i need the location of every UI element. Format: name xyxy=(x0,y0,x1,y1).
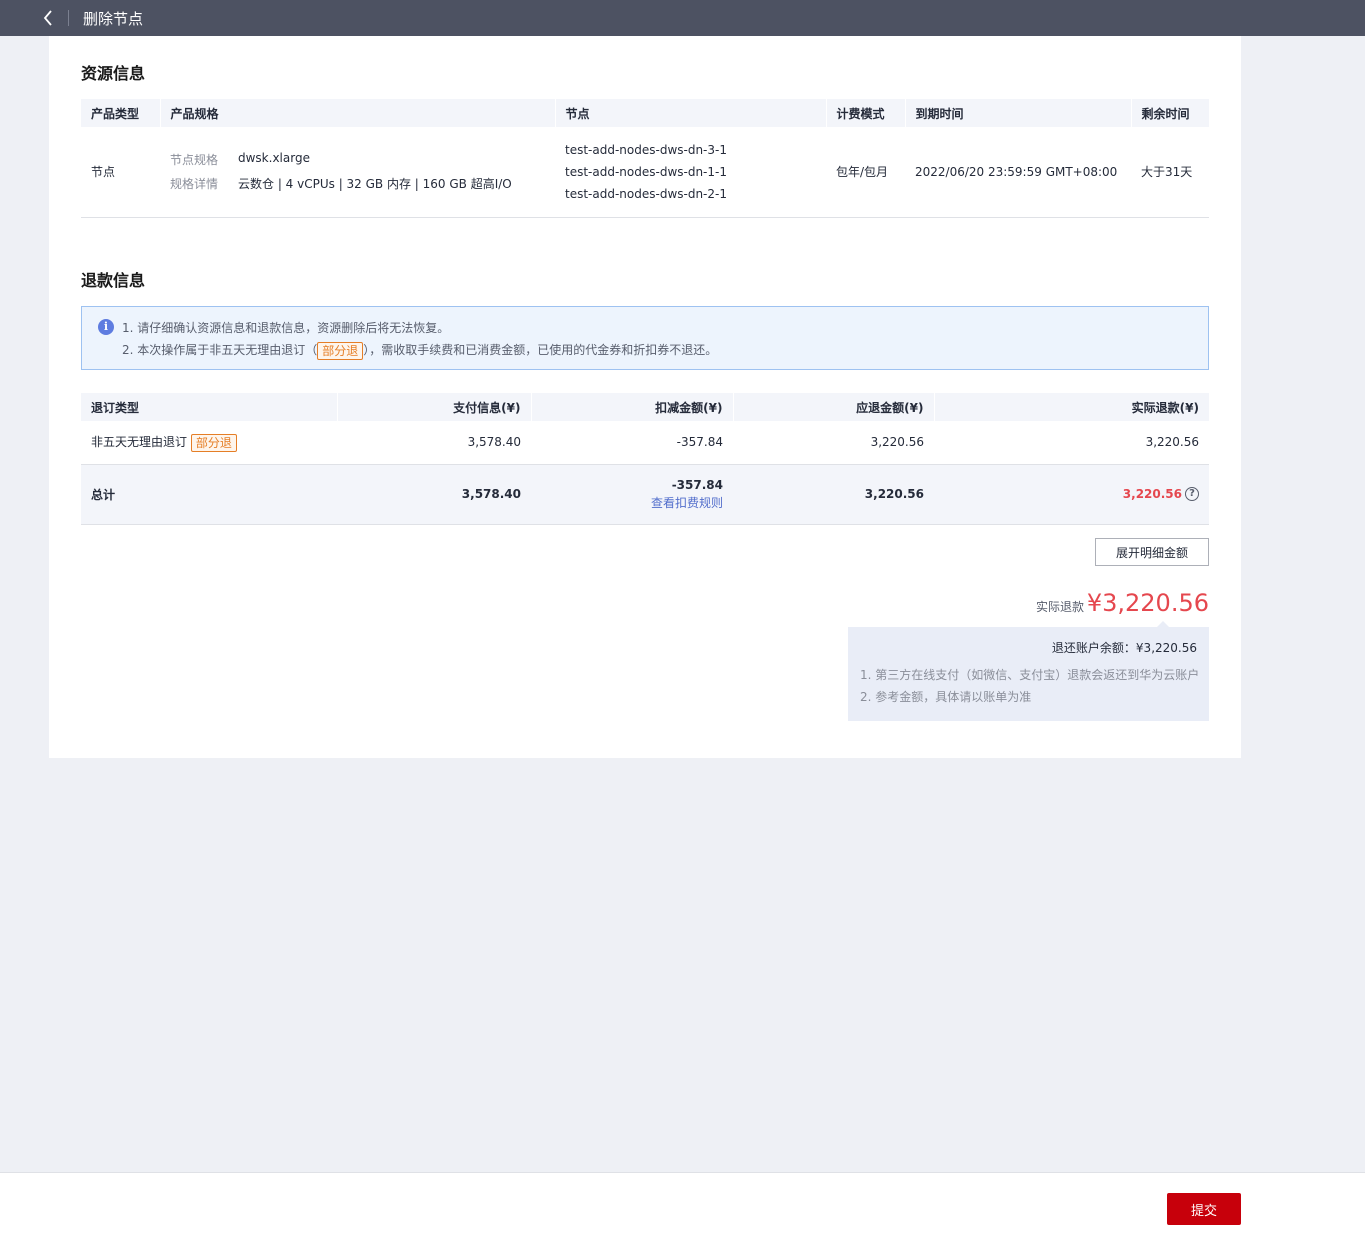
detail-value: 云数仓 | 4 vCPUs | 32 GB 内存 | 160 GB 超高I/O xyxy=(238,177,512,192)
col-header: 退订类型 xyxy=(81,393,337,421)
resource-table: 产品类型 产品规格 节点 计费模式 到期时间 剩余时间 节点 节点规格 dwsk… xyxy=(81,99,1209,218)
actual-refund-amount: ¥3,220.56 xyxy=(1086,589,1209,617)
view-deduction-rules-link[interactable]: 查看扣费规则 xyxy=(541,494,723,511)
remaining-time: 大于31天 xyxy=(1131,127,1209,218)
col-header: 产品类型 xyxy=(81,99,160,127)
chevron-left-icon xyxy=(43,10,52,26)
spec-value: dwsk.xlarge xyxy=(238,151,310,166)
panel-arrow xyxy=(1157,621,1169,627)
node-name: test-add-nodes-dws-dn-3-1 xyxy=(565,142,727,157)
node-name: test-add-nodes-dws-dn-2-1 xyxy=(565,186,727,201)
notice-line-1: 1. 请仔细确认资源信息和退款信息，资源删除后将无法恢复。 xyxy=(122,321,450,335)
total-deduct-value: -357.84 xyxy=(671,477,723,492)
node-name: test-add-nodes-dws-dn-1-1 xyxy=(565,164,727,179)
col-header: 实际退款(¥) xyxy=(933,393,1209,421)
notice-line-2: 2. 本次操作属于非五天无理由退订（ 部分退 ），需收取手续费和已消费金额，已使用的… xyxy=(122,339,1192,361)
refund-note-2: 2. 参考金额，具体请以账单为准 xyxy=(860,690,1032,704)
refund-section-title: 退款信息 xyxy=(81,271,146,290)
actual-amount: 3,220.56 xyxy=(934,421,1209,465)
col-header: 计费模式 xyxy=(825,99,905,127)
notice-text: ），需收取手续费和已消费金额，已使用的代金券和折扣券不退还。 xyxy=(363,343,718,357)
total-due: 3,220.56 xyxy=(733,464,934,525)
notice-text: 2. 本次操作属于非五天无理由退订（ xyxy=(122,343,318,357)
info-icon: i xyxy=(98,319,114,335)
billing-mode: 包年/包月 xyxy=(826,127,905,218)
table-row: 节点 节点规格 dwsk.xlarge 规格详情 云数仓 | 4 vCPUs |… xyxy=(81,127,1209,218)
notice-alert: i 1. 请仔细确认资源信息和退款信息，资源删除后将无法恢复。 2. 本次操作属… xyxy=(81,306,1209,370)
refund-type-label: 非五天无理由退订 xyxy=(91,435,188,449)
resource-table-header: 产品类型 产品规格 节点 计费模式 到期时间 剩余时间 xyxy=(81,99,1209,127)
due-amount: 3,220.56 xyxy=(733,421,934,465)
resource-section-title: 资源信息 xyxy=(81,64,146,83)
total-actual: 3,220.56? xyxy=(934,464,1209,525)
footer-bar: 提交 xyxy=(0,1172,1365,1240)
submit-button[interactable]: 提交 xyxy=(1167,1193,1241,1225)
refund-note-1: 1. 第三方在线支付（如微信、支付宝）退款会返还到华为云账户 xyxy=(860,668,1200,682)
actual-refund-label: 实际退款 xyxy=(1035,600,1084,614)
paid-amount: 3,578.40 xyxy=(337,421,531,465)
col-header: 到期时间 xyxy=(904,99,1131,127)
back-button[interactable] xyxy=(34,0,62,36)
divider xyxy=(68,10,69,26)
refund-type: 非五天无理由退订 部分退 xyxy=(81,421,337,465)
expire-time: 2022/06/20 23:59:59 GMT+08:00 xyxy=(905,127,1131,218)
help-icon[interactable]: ? xyxy=(1185,487,1199,502)
detail-label: 规格详情 xyxy=(170,177,219,192)
main-card: 资源信息 产品类型 产品规格 节点 计费模式 到期时间 剩余时间 节点 节点规格… xyxy=(49,36,1241,758)
spec-label: 节点规格 xyxy=(170,153,219,168)
total-row: 总计 3,578.40 -357.84 查看扣费规则 3,220.56 3,22… xyxy=(81,464,1209,525)
col-header: 节点 xyxy=(554,99,826,127)
refund-detail-panel: 退还账户余额：¥3,220.56 1. 第三方在线支付（如微信、支付宝）退款会返… xyxy=(848,621,1209,721)
balance-refund: 退还账户余额：¥3,220.56 xyxy=(1051,641,1197,655)
total-actual-value: 3,220.56 xyxy=(1122,486,1182,501)
product-type: 节点 xyxy=(81,127,160,218)
node-list: test-add-nodes-dws-dn-3-1 test-add-nodes… xyxy=(555,127,826,218)
product-spec: 节点规格 dwsk.xlarge 规格详情 云数仓 | 4 vCPUs | 32… xyxy=(160,127,555,218)
col-header: 扣减金额(¥) xyxy=(530,393,733,421)
expand-details-button[interactable]: 展开明细金额 xyxy=(1095,538,1209,566)
top-bar: 删除节点 xyxy=(0,0,1365,36)
col-header: 剩余时间 xyxy=(1130,99,1209,127)
refund-table-header: 退订类型 支付信息(¥) 扣减金额(¥) 应退金额(¥) 实际退款(¥) xyxy=(81,393,1209,421)
col-header: 支付信息(¥) xyxy=(336,393,531,421)
partial-refund-tag: 部分退 xyxy=(190,433,237,452)
refund-table: 退订类型 支付信息(¥) 扣减金额(¥) 应退金额(¥) 实际退款(¥) 非五天… xyxy=(81,393,1209,525)
partial-refund-tag: 部分退 xyxy=(317,341,364,360)
total-paid: 3,578.40 xyxy=(337,464,531,525)
page-title: 删除节点 xyxy=(83,9,144,28)
col-header: 产品规格 xyxy=(159,99,555,127)
col-header: 应退金额(¥) xyxy=(732,393,934,421)
total-label: 总计 xyxy=(81,464,337,525)
total-deduct: -357.84 查看扣费规则 xyxy=(531,464,733,525)
table-row: 非五天无理由退订 部分退 3,578.40 -357.84 3,220.56 3… xyxy=(81,421,1209,465)
deduct-amount: -357.84 xyxy=(531,421,733,465)
